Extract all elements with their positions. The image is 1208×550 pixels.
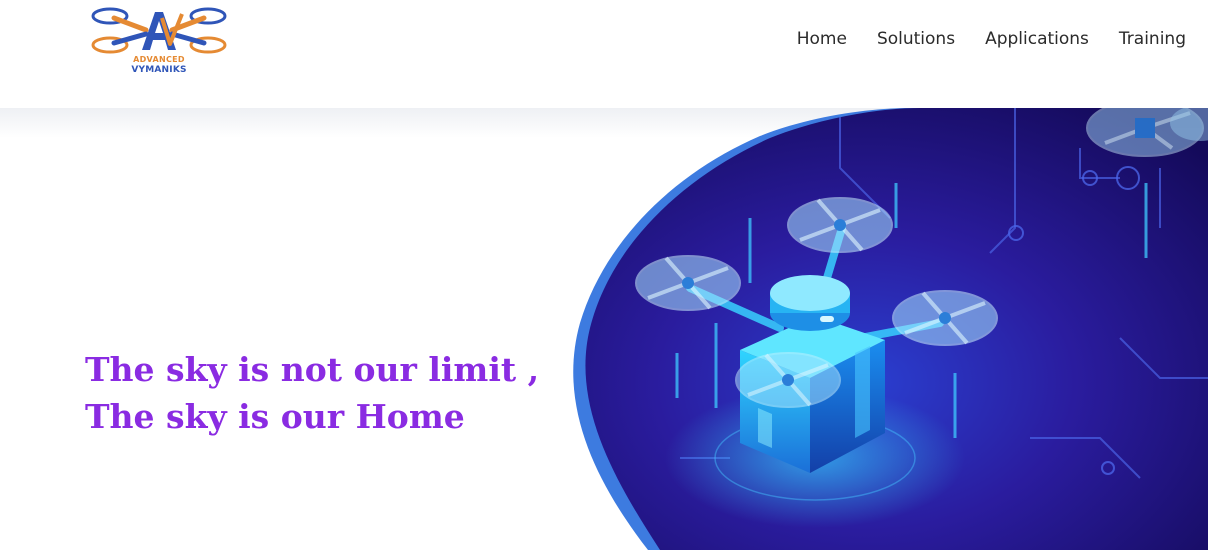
nav-solutions[interactable]: Solutions [877,29,955,49]
isometric-drone-illustration [573,108,1208,550]
nav-home[interactable]: Home [797,29,847,49]
site-header: ADVANCED VYMANIKS Home Solutions Applica… [0,0,1208,108]
drone-logo-icon [91,7,227,54]
hero-headline-line1: The sky is not our limit , [85,350,540,389]
nav-training[interactable]: Training [1119,29,1186,49]
hero-illustration [560,108,1208,550]
main-nav: Home Solutions Applications Training [797,29,1186,49]
logo-text-advanced: ADVANCED [133,55,185,64]
hero-headline-line2: The sky is our Home [85,397,465,436]
nav-applications[interactable]: Applications [985,29,1089,49]
hero-headline: The sky is not our limit , The sky is ou… [85,346,539,440]
logo-text-vymaniks: VYMANIKS [131,65,187,75]
site-logo[interactable]: ADVANCED VYMANIKS [84,4,234,76]
